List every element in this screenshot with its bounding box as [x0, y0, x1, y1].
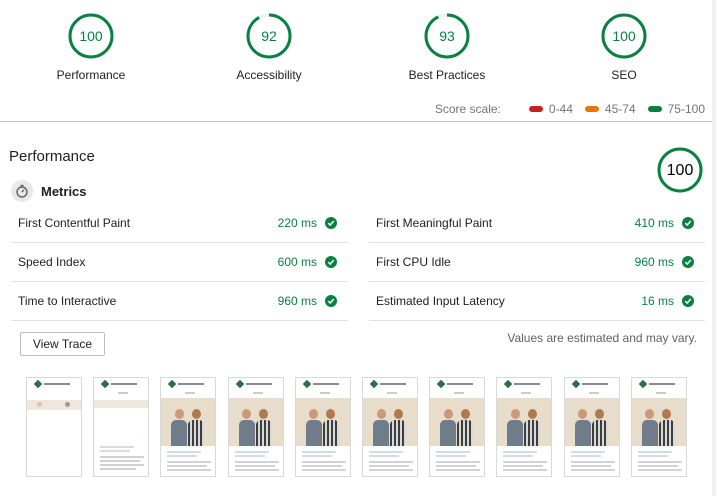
metric-speed-index: Speed Index 600 ms — [11, 243, 348, 282]
check-icon — [682, 217, 694, 229]
filmstrip-frame — [227, 377, 284, 477]
gauge-score: 100 — [612, 28, 636, 44]
metric-value: 16 ms — [641, 294, 674, 308]
site-logo-icon — [100, 379, 142, 389]
filmstrip-frame — [26, 377, 82, 477]
site-logo-icon — [436, 379, 478, 389]
gauge-label: SEO — [611, 68, 637, 82]
metric-value: 600 ms — [277, 255, 317, 269]
gauge-score: 100 — [79, 28, 103, 44]
estimate-note: Values are estimated and may vary. — [507, 331, 697, 345]
pass-swatch-icon — [647, 106, 662, 112]
gauge-accessibility-ring: 92 — [246, 13, 292, 59]
filmstrip-frame — [294, 377, 351, 477]
gauge-best-practices[interactable]: 93 Best Practices — [387, 12, 507, 82]
site-logo-icon — [33, 379, 75, 389]
stopwatch-icon — [11, 180, 33, 202]
category-gauges: 100 Performance 92 Accessibility 93 Best… — [0, 0, 717, 92]
average-swatch-icon — [584, 106, 599, 112]
site-logo-icon — [235, 379, 277, 389]
metric-name: First Contentful Paint — [18, 216, 131, 230]
metric-first-meaningful-paint: First Meaningful Paint 410 ms — [369, 204, 705, 243]
site-logo-icon — [571, 379, 613, 389]
site-logo-icon — [638, 379, 680, 389]
section-divider — [0, 121, 712, 122]
metric-value: 960 ms — [634, 255, 674, 269]
scale-range-average: 45-74 — [584, 102, 636, 116]
gauge-seo[interactable]: 100 SEO — [564, 12, 684, 82]
performance-section-title: Performance — [9, 148, 95, 165]
metric-name: First Meaningful Paint — [376, 216, 493, 230]
score-scale-label: Score scale: — [434, 102, 501, 116]
metric-name: Estimated Input Latency — [376, 294, 505, 308]
metric-first-cpu-idle: First CPU Idle 960 ms — [369, 243, 705, 282]
check-icon — [325, 295, 337, 307]
check-icon — [325, 256, 337, 268]
gauge-score: 92 — [261, 28, 277, 44]
gauge-accessibility[interactable]: 92 Accessibility — [209, 12, 329, 82]
filmstrip-frame — [496, 377, 553, 477]
check-icon — [682, 256, 694, 268]
gauge-best-practices-ring: 93 — [424, 13, 470, 59]
gauge-label: Accessibility — [236, 68, 302, 82]
metric-value: 220 ms — [277, 216, 317, 230]
metric-name: Speed Index — [18, 255, 86, 269]
scale-range-text: 45-74 — [604, 102, 636, 116]
filmstrip-frame — [160, 377, 217, 477]
performance-score: 100 — [667, 162, 694, 179]
gauge-label: Performance — [56, 68, 126, 82]
filmstrip-frame — [362, 377, 418, 477]
performance-gauge-ring: 100 — [657, 147, 703, 193]
metric-time-to-interactive: Time to Interactive 960 ms — [11, 282, 348, 321]
scale-range-pass: 75-100 — [647, 102, 705, 116]
fail-swatch-icon — [528, 106, 543, 112]
scale-range-fail: 0-44 — [528, 102, 573, 116]
metric-name: Time to Interactive — [18, 294, 117, 308]
gauge-seo-ring: 100 — [601, 13, 647, 59]
site-logo-icon — [369, 379, 411, 389]
gauge-score: 93 — [439, 28, 455, 44]
site-logo-icon — [302, 379, 344, 389]
gauge-label: Best Practices — [408, 68, 486, 82]
metric-estimated-input-latency: Estimated Input Latency 16 ms — [369, 282, 705, 321]
gauge-performance[interactable]: 100 Performance — [31, 12, 151, 82]
scale-range-text: 75-100 — [667, 102, 705, 116]
metrics-title: Metrics — [41, 183, 87, 199]
gauge-performance-ring: 100 — [68, 13, 114, 59]
metric-value: 410 ms — [634, 216, 674, 230]
check-icon — [682, 295, 694, 307]
filmstrip-frame — [630, 377, 687, 477]
filmstrip-frame — [429, 377, 486, 477]
metrics-header: Metrics — [11, 180, 87, 202]
score-scale: Score scale: 0-44 45-74 75-100 — [435, 102, 705, 116]
site-logo-icon — [504, 379, 545, 389]
check-icon — [325, 217, 337, 229]
view-trace-button[interactable]: View Trace — [20, 332, 105, 356]
performance-section-gauge: 100 — [656, 146, 704, 199]
metric-value: 960 ms — [277, 294, 317, 308]
scale-range-text: 0-44 — [548, 102, 573, 116]
metric-first-contentful-paint: First Contentful Paint 220 ms — [11, 204, 348, 243]
filmstrip-frame — [93, 377, 150, 477]
site-logo-icon — [168, 379, 209, 389]
filmstrip-frame — [563, 377, 620, 477]
metric-name: First CPU Idle — [376, 255, 451, 269]
